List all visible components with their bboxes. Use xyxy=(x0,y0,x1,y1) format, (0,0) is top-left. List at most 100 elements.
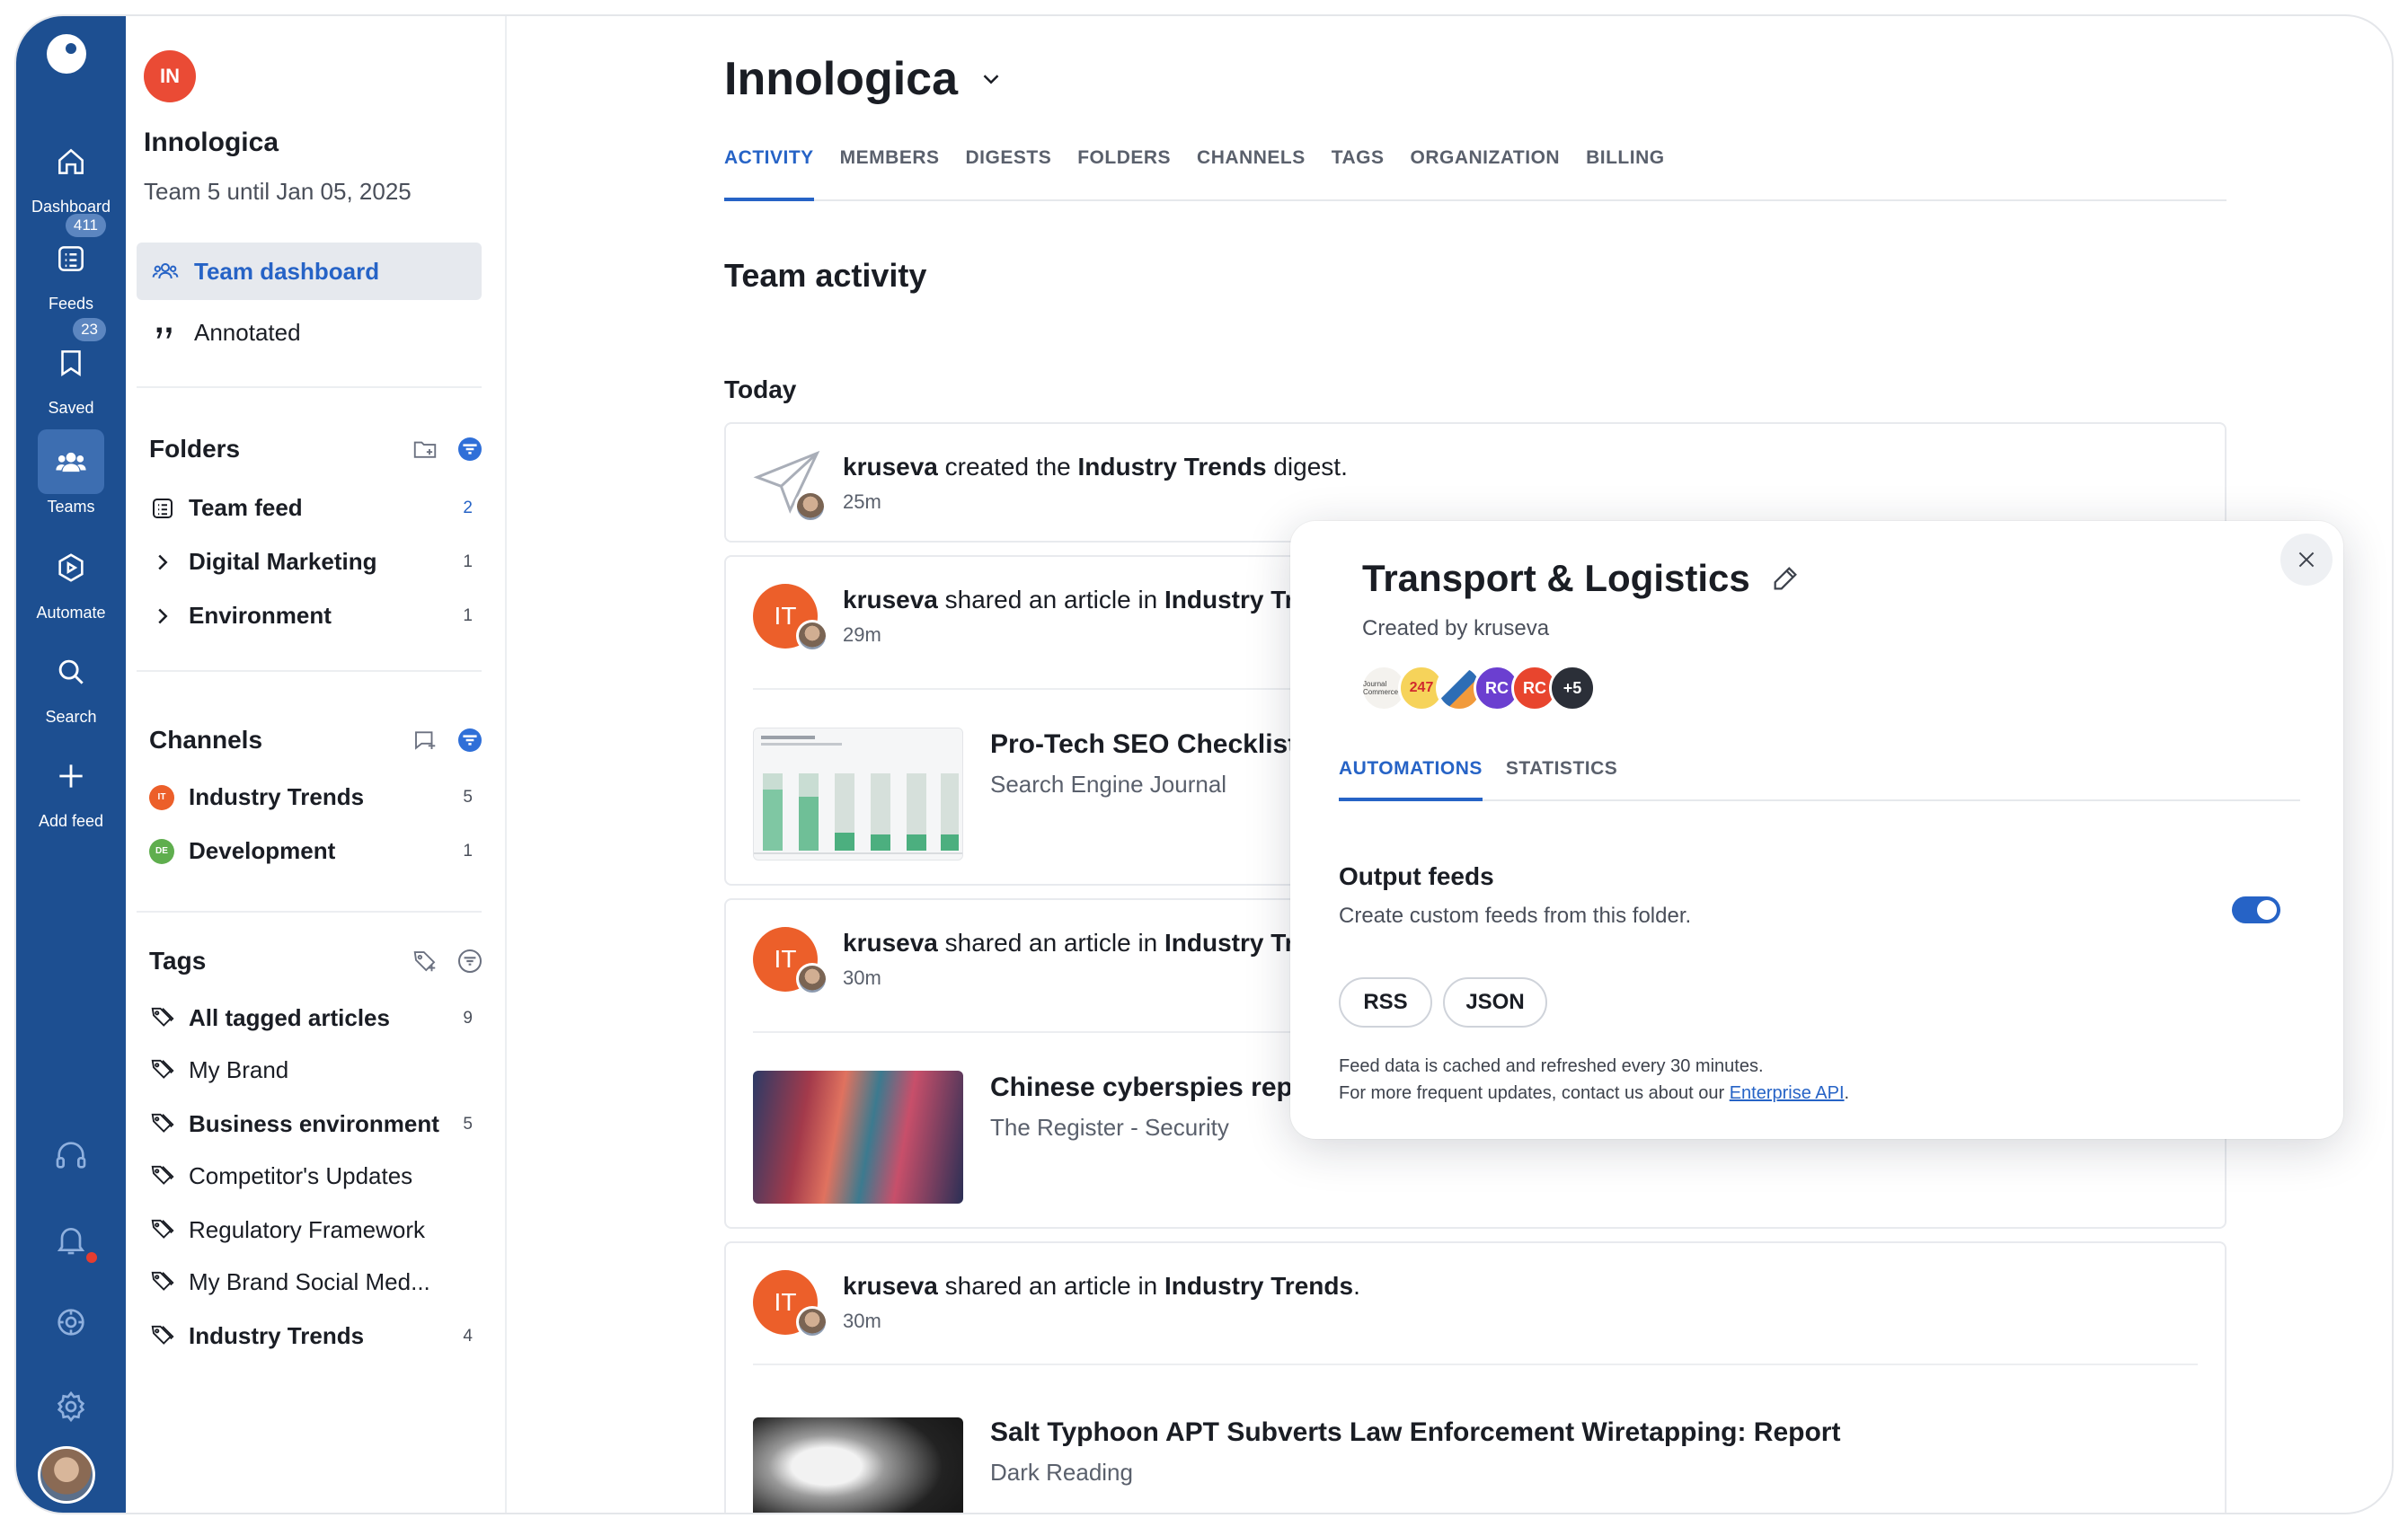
tab-billing[interactable]: BILLING xyxy=(1586,147,1665,201)
tag-label: My Brand Social Med... xyxy=(189,1268,430,1295)
tab-digests[interactable]: DIGESTS xyxy=(966,147,1052,201)
tag-icon xyxy=(151,1271,174,1291)
notifications-bell-icon[interactable] xyxy=(16,1222,126,1263)
team-plan: Team 5 until Jan 05, 2025 xyxy=(144,178,412,205)
support-headset-icon[interactable] xyxy=(16,1137,126,1173)
tag-item[interactable]: My Brand Social Med... xyxy=(149,1268,482,1296)
team-switcher[interactable]: Innologica xyxy=(724,52,1005,106)
rail-add-feed[interactable]: Add feed xyxy=(16,744,126,831)
rail-label: Search xyxy=(45,708,97,726)
user-avatar xyxy=(794,490,827,523)
channel-item-development[interactable]: DE Development 1 xyxy=(149,837,482,865)
folder-item-team-feed[interactable]: Team feed 2 xyxy=(149,494,482,522)
tab-channels[interactable]: CHANNELS xyxy=(1197,147,1306,201)
tag-label: Industry Trends xyxy=(189,1322,365,1349)
rail-automate[interactable]: Automate xyxy=(16,535,126,622)
app-logo[interactable] xyxy=(47,34,86,74)
source-avatars[interactable]: Journal Commerce 247 RC RC +5 xyxy=(1360,665,1596,711)
json-button[interactable]: JSON xyxy=(1443,977,1547,1028)
enterprise-api-link[interactable]: Enterprise API xyxy=(1730,1083,1845,1103)
folder-item-environment[interactable]: Environment 1 xyxy=(149,602,482,630)
popover-title-row: Transport & Logistics xyxy=(1362,557,1801,600)
rail-search[interactable]: Search xyxy=(16,640,126,727)
chevron-right-icon[interactable] xyxy=(149,549,176,576)
article-thumbnail[interactable] xyxy=(753,728,963,861)
chevron-down-icon xyxy=(983,75,999,84)
tag-label: Regulatory Framework xyxy=(189,1216,425,1243)
filter-icon[interactable] xyxy=(458,437,482,461)
tab-tags[interactable]: TAGS xyxy=(1332,147,1385,201)
user-avatar[interactable] xyxy=(38,1446,95,1504)
activity-time: 29m xyxy=(843,623,881,646)
tag-item[interactable]: Competitor's Updates xyxy=(149,1162,482,1190)
rail-label: Teams xyxy=(47,498,95,516)
filter-icon[interactable] xyxy=(458,949,482,973)
chevron-right-icon[interactable] xyxy=(149,603,176,630)
rail-feeds[interactable]: 411 Feeds xyxy=(16,214,126,313)
article-thumbnail[interactable] xyxy=(753,1417,963,1513)
team-sidebar: IN Innologica Team 5 until Jan 05, 2025 … xyxy=(126,16,507,1513)
tab-statistics[interactable]: STATISTICS xyxy=(1506,742,1617,801)
article-title[interactable]: Chinese cyberspies repo xyxy=(990,1072,1309,1103)
nav-label: Team dashboard xyxy=(194,257,380,285)
output-feeds-toggle[interactable] xyxy=(2232,896,2280,923)
page-title: Innologica xyxy=(724,53,958,105)
activity-text: kruseva created the Industry Trends dige… xyxy=(843,453,1348,481)
notification-dot xyxy=(86,1252,97,1263)
tag-count: 5 xyxy=(463,1114,473,1134)
nav-team-dashboard[interactable]: Team dashboard xyxy=(137,243,482,300)
rail-teams[interactable]: Teams xyxy=(16,429,126,516)
article-title[interactable]: Salt Typhoon APT Subverts Law Enforcemen… xyxy=(990,1417,1840,1448)
tag-label: All tagged articles xyxy=(189,1004,390,1031)
close-button[interactable] xyxy=(2280,534,2333,586)
search-icon xyxy=(38,640,104,704)
folders-title: Folders xyxy=(149,435,241,463)
tag-icon xyxy=(151,1059,174,1079)
tag-icon xyxy=(151,1165,174,1185)
user-avatar xyxy=(796,1306,828,1338)
tag-item[interactable]: My Brand xyxy=(149,1056,482,1084)
divider xyxy=(753,1364,2198,1365)
tab-folders[interactable]: FOLDERS xyxy=(1077,147,1171,201)
tab-activity[interactable]: ACTIVITY xyxy=(724,147,814,201)
channel-count: 1 xyxy=(463,841,473,861)
article-thumbnail[interactable] xyxy=(753,1071,963,1204)
team-name: Innologica xyxy=(144,128,279,157)
tag-count: 9 xyxy=(463,1008,473,1028)
icon-rail: Dashboard 411 Feeds 23 Saved Teams Autom… xyxy=(16,16,126,1513)
rail-saved[interactable]: 23 Saved xyxy=(16,318,126,418)
tag-item[interactable]: Industry Trends 4 xyxy=(149,1322,482,1350)
article-title[interactable]: Pro-Tech SEO Checklist I xyxy=(990,729,1312,760)
activity-card[interactable]: IT kruseva shared an article in Industry… xyxy=(724,1241,2227,1513)
channel-item-industry-trends[interactable]: IT Industry Trends 5 xyxy=(149,783,482,811)
team-avatar[interactable]: IN xyxy=(144,50,196,102)
compass-icon[interactable] xyxy=(16,1304,126,1340)
saved-badge: 23 xyxy=(73,318,106,341)
settings-gear-icon[interactable] xyxy=(16,1389,126,1425)
nav-annotated[interactable]: Annotated xyxy=(137,304,482,361)
activity-time: 30m xyxy=(843,967,881,989)
tag-item[interactable]: Business environment 5 xyxy=(149,1110,482,1138)
filter-icon[interactable] xyxy=(458,728,482,752)
tags-header: Tags xyxy=(149,947,482,975)
user-avatar xyxy=(796,620,828,652)
article-source: Dark Reading xyxy=(990,1459,1133,1486)
tab-organization[interactable]: ORGANIZATION xyxy=(1411,147,1561,201)
edit-pencil-icon[interactable] xyxy=(1770,563,1801,594)
tab-members[interactable]: MEMBERS xyxy=(840,147,940,201)
add-tag-icon[interactable] xyxy=(412,948,438,975)
folder-label: Environment xyxy=(189,602,332,629)
add-channel-icon[interactable] xyxy=(412,727,438,754)
quote-icon xyxy=(156,327,172,339)
created-by: Created by kruseva xyxy=(1362,616,1550,640)
tab-automations[interactable]: AUTOMATIONS xyxy=(1339,742,1483,801)
tag-item[interactable]: Regulatory Framework xyxy=(149,1216,482,1244)
rail-dashboard[interactable]: Dashboard xyxy=(16,129,126,216)
folder-count: 1 xyxy=(463,605,473,625)
folder-item-digital-marketing[interactable]: Digital Marketing 1 xyxy=(149,548,482,576)
folders-header: Folders xyxy=(149,435,482,463)
rss-button[interactable]: RSS xyxy=(1339,977,1432,1028)
channels-title: Channels xyxy=(149,726,263,754)
tag-item[interactable]: All tagged articles 9 xyxy=(149,1004,482,1032)
add-folder-icon[interactable] xyxy=(412,436,438,463)
